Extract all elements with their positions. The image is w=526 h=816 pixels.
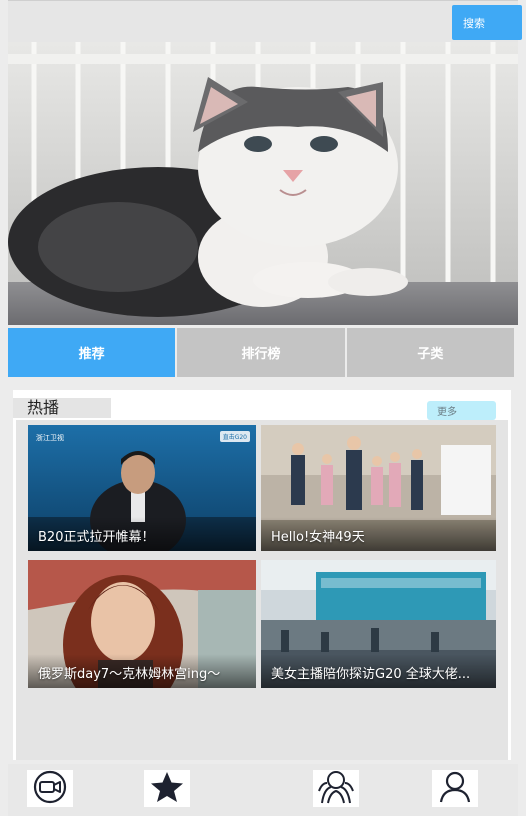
hero-banner-image[interactable] — [8, 42, 518, 325]
tab-subcategory[interactable]: 子类 — [346, 328, 514, 377]
video-card[interactable]: 美女主播陪你探访G20 全球大佬... — [261, 560, 496, 688]
group-icon — [316, 769, 356, 809]
video-caption: 美女主播陪你探访G20 全球大佬... — [271, 667, 471, 682]
search-button[interactable]: 搜索 — [452, 5, 522, 40]
video-card[interactable]: 浙江卫视 直击G20 B20正式拉开帷幕！ — [28, 425, 256, 551]
star-icon — [149, 770, 185, 808]
video-caption: Hello!女神49天 — [271, 530, 365, 545]
video-camera-icon — [30, 770, 70, 808]
category-tabs: 推荐 排行榜 子类 — [8, 328, 514, 377]
bottom-nav — [8, 764, 518, 816]
section-title: 热播 — [27, 398, 60, 417]
nav-favorite-button[interactable] — [144, 770, 190, 807]
tab-recommend[interactable]: 推荐 — [8, 328, 176, 377]
hot-section: 热播 更多 浙江卫视 直击G20 B20正式拉开帷幕！ Hello!女神49天 … — [13, 390, 511, 760]
video-caption: 俄罗斯day7～克林姆林宫ing～ — [38, 667, 221, 682]
tab-ranking[interactable]: 排行榜 — [177, 328, 345, 377]
nav-profile-button[interactable] — [432, 770, 478, 807]
more-button[interactable]: 更多 — [427, 401, 496, 420]
top-bar: 搜索 — [8, 0, 522, 43]
live-badge: 直击G20 — [219, 431, 250, 442]
video-card[interactable]: 俄罗斯day7～克林姆林宫ing～ — [28, 560, 256, 688]
video-caption: B20正式拉开帷幕！ — [38, 530, 155, 545]
section-title-bar: 热播 — [13, 398, 111, 418]
user-icon — [437, 770, 473, 808]
nav-live-button[interactable] — [27, 770, 73, 807]
nav-community-button[interactable] — [313, 770, 359, 807]
video-card[interactable]: Hello!女神49天 — [261, 425, 496, 551]
svg-text:浙江卫视: 浙江卫视 — [36, 433, 64, 442]
